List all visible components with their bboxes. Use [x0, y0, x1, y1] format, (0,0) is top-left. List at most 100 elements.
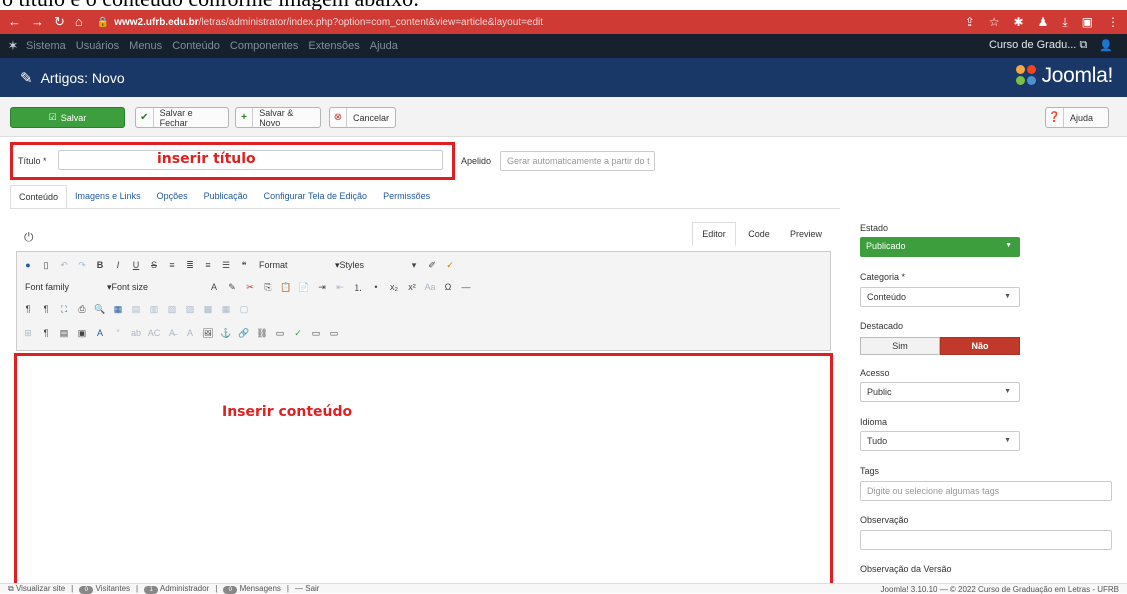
layer-icon[interactable]: ▣ — [75, 326, 89, 340]
redo-icon[interactable]: ↷ — [75, 258, 89, 272]
address-bar[interactable]: 🔒 www2.ufrb.edu.br/letras/administrator/… — [97, 17, 543, 28]
align-left-icon[interactable]: ≡ — [165, 258, 179, 272]
estado-select[interactable]: Publicado ▼ — [860, 237, 1020, 257]
new-document-icon[interactable]: ▯ — [39, 258, 53, 272]
image-icon[interactable]: 🖼 — [201, 326, 215, 340]
cancel-button[interactable]: ⊗ Cancelar — [329, 107, 396, 128]
destacado-yes-button[interactable]: Sim — [860, 337, 940, 355]
categoria-select[interactable]: Conteúdo ▼ — [860, 287, 1020, 307]
eraser-icon[interactable]: ✐ — [425, 258, 439, 272]
paste-text-icon[interactable]: 📄 — [297, 280, 311, 294]
preview-icon[interactable]: ▭ — [327, 326, 341, 340]
template-icon[interactable]: ▤ — [57, 326, 71, 340]
anchor-icon[interactable]: ⚓ — [219, 326, 233, 340]
table-merge-icon[interactable]: ▩ — [201, 302, 215, 316]
tags-input[interactable]: Digite ou selecione algumas tags — [860, 481, 1112, 501]
profile-icon[interactable]: ♟ — [1038, 15, 1049, 30]
table-icon[interactable]: ▦ — [111, 302, 125, 316]
indent-icon[interactable]: ⇥ — [315, 280, 329, 294]
share-icon[interactable]: ⇪ — [965, 15, 975, 30]
menu-extensoes[interactable]: Extensões — [308, 40, 359, 52]
bold-icon[interactable]: B — [93, 258, 107, 272]
joomla-small-icon[interactable]: ✶ — [0, 38, 26, 54]
font-family-dropdown[interactable]: Font family — [21, 279, 99, 295]
destacado-no-button[interactable]: Não — [940, 337, 1020, 355]
menu-menus[interactable]: Menus — [129, 40, 162, 52]
copy-icon[interactable]: ⎘ — [261, 280, 275, 294]
visitors-link[interactable]: 0 Visitantes — [79, 584, 130, 594]
table-props-icon[interactable]: ▤ — [129, 302, 143, 316]
case-icon[interactable]: Aa — [423, 280, 437, 294]
acronym-icon[interactable]: AC — [147, 326, 161, 340]
strikethrough-icon[interactable]: S — [147, 258, 161, 272]
rtl-icon[interactable]: ¶ — [39, 302, 53, 316]
bullet-list-icon[interactable]: • — [369, 280, 383, 294]
format-dropdown[interactable]: Format — [255, 257, 327, 273]
reload-icon[interactable]: ↻ — [54, 14, 65, 30]
table-col-icon[interactable]: ▧ — [165, 302, 179, 316]
acesso-select[interactable]: Public ▼ — [860, 382, 1020, 402]
menu-conteudo[interactable]: Conteúdo — [172, 40, 220, 52]
window-icon[interactable]: ▣ — [1082, 15, 1093, 30]
menu-componentes[interactable]: Componentes — [230, 40, 299, 52]
unlink-icon[interactable]: ⛓ — [255, 326, 269, 340]
paste-icon[interactable]: 📋 — [279, 280, 293, 294]
highlight-icon[interactable]: ✎ — [225, 280, 239, 294]
dropdown-caret-icon[interactable]: ▾ — [407, 258, 421, 272]
subscript-icon[interactable]: x₂ — [387, 280, 401, 294]
tab-publicacao[interactable]: Publicação — [196, 185, 256, 209]
forward-icon[interactable]: → — [31, 14, 44, 30]
cite-icon[interactable]: “ — [111, 326, 125, 340]
content-editor-area[interactable]: Inserir conteúdo — [14, 353, 833, 593]
menu-icon[interactable]: ⋮ — [1107, 15, 1119, 30]
horizontal-rule-icon[interactable]: — — [459, 280, 473, 294]
link-icon[interactable]: 🔗 — [237, 326, 251, 340]
align-center-icon[interactable]: ≣ — [183, 258, 197, 272]
mode-editor[interactable]: Editor — [692, 222, 736, 246]
fullscreen-icon[interactable]: ⛶ — [57, 302, 71, 316]
save-new-button[interactable]: + Salvar & Novo — [235, 107, 321, 128]
styles-dropdown[interactable]: ▾ Styles — [331, 257, 403, 273]
text-color-icon[interactable]: A — [207, 280, 221, 294]
insert-date-icon[interactable]: ▭ — [309, 326, 323, 340]
bookmark-star-icon[interactable]: ☆ — [989, 15, 1000, 30]
table-split-icon[interactable]: ▦ — [219, 302, 233, 316]
help-button[interactable]: ❓ Ajuda — [1045, 107, 1109, 128]
clean-icon[interactable]: ✓ — [443, 258, 457, 272]
menu-ajuda[interactable]: Ajuda — [370, 40, 398, 52]
ins-icon[interactable]: A — [183, 326, 197, 340]
find-icon[interactable]: 🔍 — [93, 302, 107, 316]
undo-icon[interactable]: ↶ — [57, 258, 71, 272]
underline-icon[interactable]: U — [129, 258, 143, 272]
table-row-icon[interactable]: ▥ — [147, 302, 161, 316]
logout-link[interactable]: — Sair — [295, 584, 319, 593]
admin-link[interactable]: 1 Administrador — [144, 584, 209, 594]
mode-code[interactable]: Code — [742, 222, 776, 246]
extensions-icon[interactable]: ✱ — [1014, 15, 1024, 30]
visual-aid-icon[interactable]: ⊞ — [21, 326, 35, 340]
tab-conteudo[interactable]: Conteúdo — [10, 185, 68, 209]
cut-icon[interactable]: ✂ — [243, 280, 257, 294]
home-icon[interactable]: ⌂ — [75, 14, 83, 30]
tab-opcoes[interactable]: Opções — [149, 185, 196, 209]
abbr-icon[interactable]: ab — [129, 326, 143, 340]
back-icon[interactable]: ← — [8, 14, 21, 30]
italic-icon[interactable]: I — [111, 258, 125, 272]
save-button[interactable]: ☑ Salvar — [10, 107, 125, 128]
font-size-dropdown[interactable]: ▾ Font size — [103, 279, 203, 295]
save-close-button[interactable]: ✔ Salvar e Fechar — [135, 107, 229, 128]
mode-preview[interactable]: Preview — [784, 222, 828, 246]
tab-imagens-links[interactable]: Imagens e Links — [67, 185, 149, 209]
alias-input[interactable]: Gerar automaticamente a partir do t — [500, 151, 655, 171]
superscript-icon[interactable]: x² — [405, 280, 419, 294]
user-icon[interactable]: 👤 — [1099, 39, 1113, 52]
messages-link[interactable]: 0 Mensagens — [223, 584, 281, 594]
show-blocks-icon[interactable]: ¶ — [39, 326, 53, 340]
styles-icon[interactable]: A — [93, 326, 107, 340]
spellcheck-icon[interactable]: ✓ — [291, 326, 305, 340]
observacao-input[interactable] — [860, 530, 1112, 550]
menu-sistema[interactable]: Sistema — [26, 40, 66, 52]
menu-usuarios[interactable]: Usuários — [76, 40, 119, 52]
align-justify-icon[interactable]: ☰ — [219, 258, 233, 272]
idioma-select[interactable]: Tudo ▼ — [860, 431, 1020, 451]
